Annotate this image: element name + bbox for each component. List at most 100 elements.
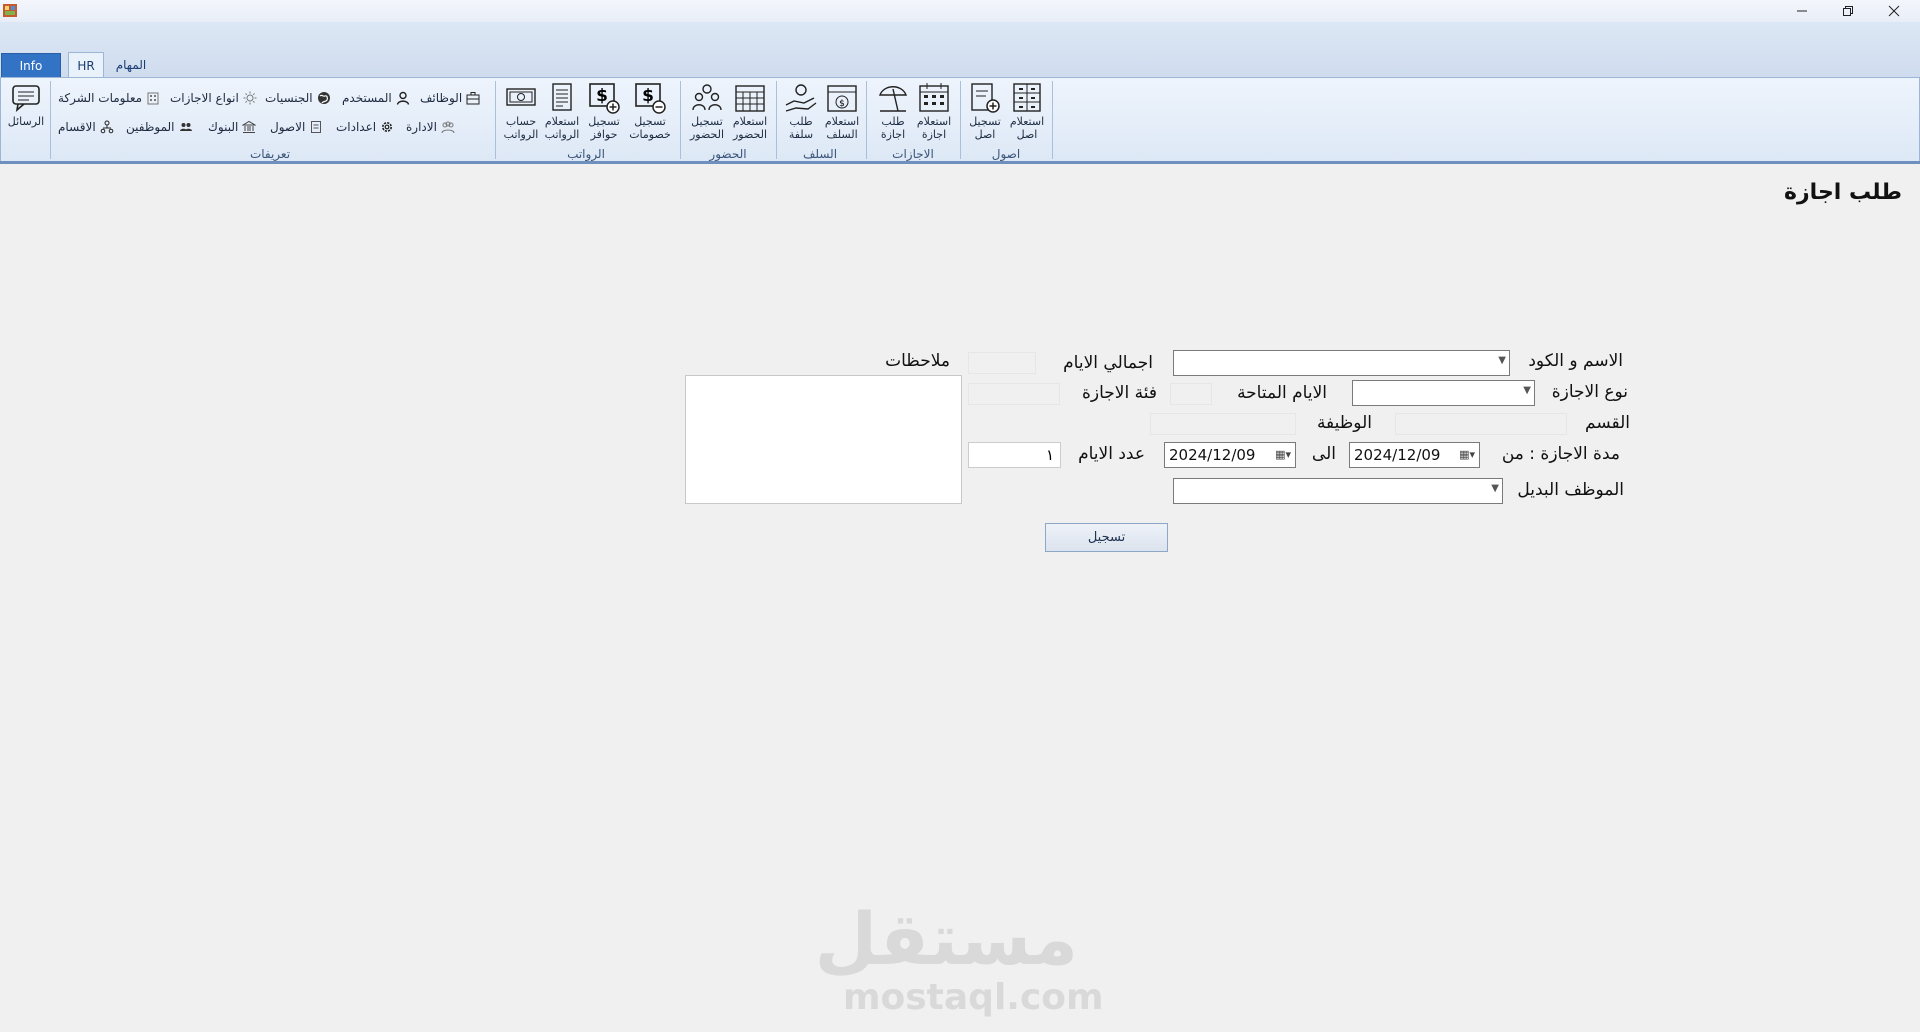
cash-icon [506,88,536,106]
minimize-icon [1797,10,1807,12]
asset-inquiry-button[interactable]: استعلام اصل [1004,81,1050,145]
settings-label: اعدادات [336,120,377,134]
leave-types-label: انواع الاجازات [170,91,239,105]
advance-inquiry-button[interactable]: $ استعلام السلف [820,81,864,145]
total-days-field [968,352,1036,374]
nationalities-label: الجنسيات [265,91,313,105]
attendance-register-button[interactable]: تسجيل الحضور [686,81,728,145]
leave-request-label: طلب اجازة [880,115,906,141]
group-separator [50,81,51,159]
team-icon [692,84,722,111]
chevron-down-icon: ▼ [1498,355,1506,366]
watermark-english: mostaql.com [843,977,1104,1018]
employees-button[interactable]: الموظفين [126,118,193,136]
notes-textarea[interactable] [685,375,962,504]
title-bar [0,0,1920,22]
close-icon [1888,5,1900,17]
document-icon [311,121,322,133]
tab-tasks[interactable]: المهام [110,53,152,77]
group-separator [1052,81,1053,159]
deductions-button[interactable]: $ تسجيل خصومات [627,81,673,145]
restore-button[interactable] [1826,0,1870,22]
gear-icon [382,122,393,132]
company-info-button[interactable]: معلومات الشركة [58,89,160,107]
advance-inquiry-label: استعلام السلف [824,115,860,141]
group-separator [776,81,777,159]
people-icon [179,123,192,131]
assets-label: الاصول [270,120,306,134]
tab-info[interactable]: Info [1,53,61,79]
building-icon [147,92,159,105]
substitute-label: الموظف البديل [1517,480,1624,500]
leave-types-button[interactable]: انواع الاجازات [170,89,257,107]
to-date-picker[interactable]: 2024/12/09 ▦▾ [1164,442,1296,468]
svg-text:$: $ [839,99,845,109]
available-days-field [1170,383,1212,405]
jobs-button[interactable]: الوظائف [420,89,480,107]
calendar-dropdown-icon: ▦▾ [1459,448,1475,461]
settings-button[interactable]: اعدادات [336,118,394,136]
from-date-value: 2024/12/09 [1354,446,1441,464]
asset-register-button[interactable]: تسجيل اصل [964,81,1006,145]
group-separator [866,81,867,159]
asset-register-label: تسجيل اصل [969,115,1001,141]
to-label: الى [1311,444,1336,464]
salary-inquiry-label: استعلام الرواتب [544,115,580,141]
notes-label: ملاحظات [885,351,950,371]
substitute-combobox[interactable]: ▼ [1173,478,1503,504]
app-icon [3,4,17,17]
attendance-inquiry-label: استعلام الحضور [732,115,768,141]
group-label-salaries: الرواتب [567,147,605,161]
leave-category-field [968,383,1060,405]
leave-request-button[interactable]: طلب اجازة [872,81,914,145]
to-date-value: 2024/12/09 [1169,446,1256,464]
money-add-icon: $ [589,83,620,114]
page-title: طلب اجازة [1784,180,1902,205]
ribbon-border [0,161,1920,164]
calendar-icon [919,83,949,112]
company-info-label: معلومات الشركة [58,91,143,105]
messages-button[interactable]: الرسائل [4,81,48,145]
restore-icon [1843,6,1853,16]
minimize-button[interactable] [1780,0,1824,22]
days-count-field[interactable]: ١ [968,442,1061,468]
hand-coin-icon [785,84,817,112]
submit-button[interactable]: تسجيل [1045,523,1168,552]
jobs-label: الوظائف [420,91,463,105]
close-button[interactable] [1872,0,1916,22]
advance-request-button[interactable]: طلب سلفة [780,81,822,145]
banks-button[interactable]: البنوك [208,118,257,136]
name-code-combobox[interactable]: ▼ [1173,350,1510,376]
salary-calc-button[interactable]: حساب الرواتب [500,81,542,145]
group-separator [960,81,961,159]
group-label-definitions: تعريفات [249,147,291,161]
leave-type-label: نوع الاجازة [1551,382,1628,402]
salary-calc-label: حساب الرواتب [503,115,539,141]
nationalities-button[interactable]: الجنسيات [265,89,331,107]
leave-inquiry-button[interactable]: استعلام اجازة [912,81,956,145]
svg-text:$: $ [642,86,654,106]
messages-label: الرسائل [7,115,45,128]
salary-inquiry-button[interactable]: استعلام الرواتب [541,81,583,145]
incentives-button[interactable]: $ تسجيل حوافز [583,81,625,145]
calendar-money-icon: $ [827,85,857,112]
departments-button[interactable]: الاقسام [58,118,114,136]
ribbon-tab-strip [0,22,1920,78]
tab-hr[interactable]: HR [68,52,104,78]
incentives-label: تسجيل حوافز [588,115,620,141]
watermark: مستقل mostaql.com [815,900,1104,1018]
attendance-register-label: تسجيل الحضور [689,115,725,141]
from-date-picker[interactable]: 2024/12/09 ▦▾ [1349,442,1480,468]
assets-button[interactable]: الاصول [270,118,323,136]
user-icon [396,91,409,105]
name-code-label: الاسم و الكود [1528,351,1623,371]
calendar-grid-icon [735,85,765,112]
chat-icon [12,85,40,113]
globe-icon [317,92,330,104]
user-button[interactable]: المستخدم [342,89,410,107]
attendance-inquiry-button[interactable]: استعلام الحضور [727,81,773,145]
people-group-icon [441,121,455,134]
advance-request-label: طلب سلفة [788,115,814,141]
administration-button[interactable]: الادارة [406,118,455,136]
leave-type-combobox[interactable]: ▼ [1352,380,1535,406]
